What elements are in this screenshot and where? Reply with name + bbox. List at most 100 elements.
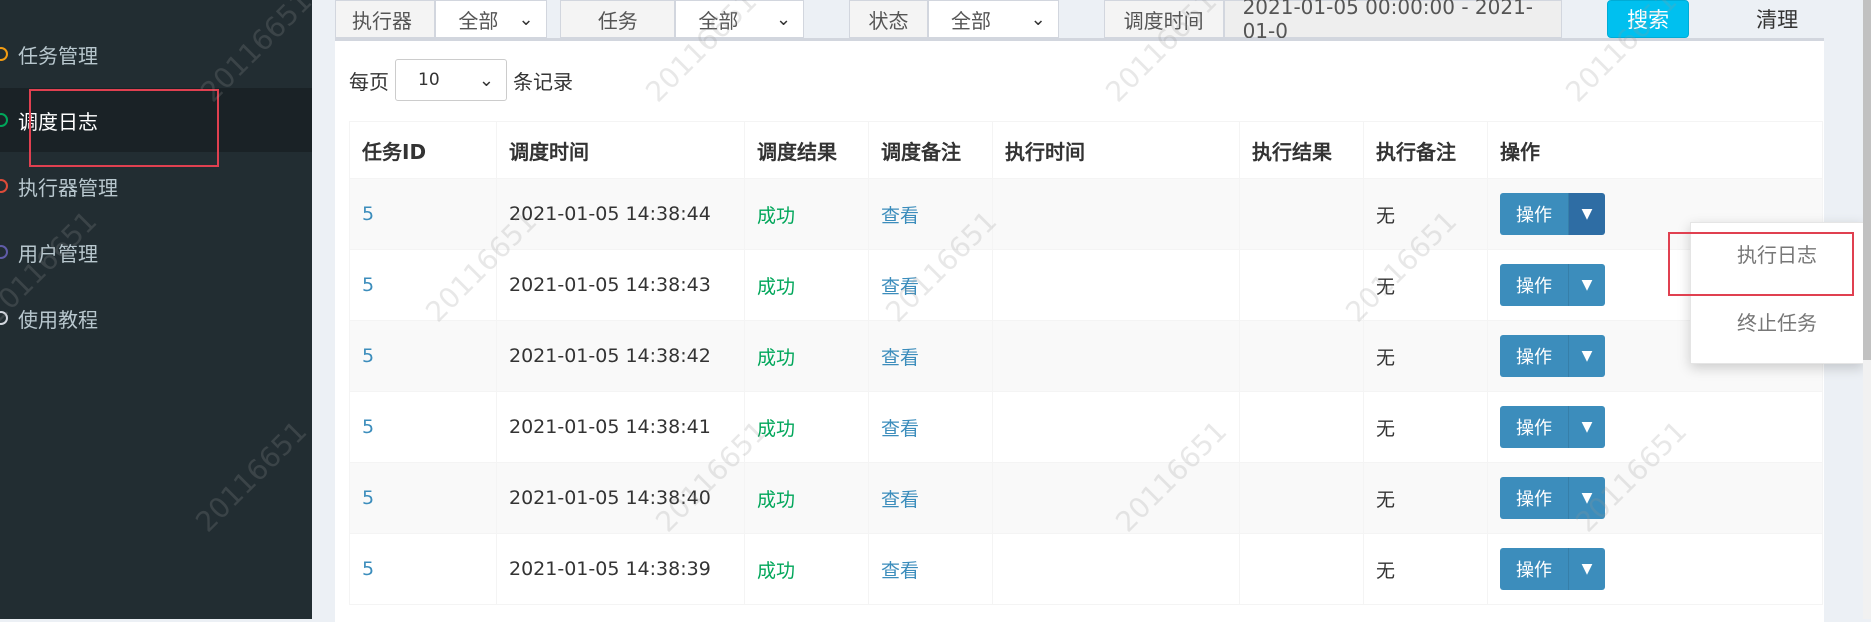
circle-icon bbox=[0, 311, 8, 325]
table-row: 5 2021-01-05 14:38:44 成功 查看 无 操作 ▼ bbox=[349, 178, 1823, 250]
caret-down-icon[interactable]: ▼ bbox=[1569, 335, 1605, 377]
sidebar-item-user-management[interactable]: 用户管理 bbox=[0, 220, 312, 284]
caret-down-icon[interactable]: ▼ bbox=[1569, 193, 1605, 235]
table-row: 5 2021-01-05 14:38:40 成功 查看 无 操作 ▼ bbox=[349, 462, 1823, 534]
handle-time-cell bbox=[992, 391, 1240, 463]
circle-icon bbox=[0, 245, 8, 259]
trigger-time-cell: 2021-01-05 14:38:44 bbox=[496, 178, 745, 250]
page-length-select[interactable]: 10 ⌄ bbox=[395, 59, 507, 101]
handle-time-cell bbox=[992, 462, 1240, 534]
chevron-down-icon: ⌄ bbox=[1030, 8, 1046, 30]
column-header[interactable]: 调度备注 bbox=[868, 121, 993, 179]
clear-button[interactable]: 清理 bbox=[1689, 0, 1865, 38]
trigger-time-cell: 2021-01-05 14:38:40 bbox=[496, 462, 745, 534]
column-header[interactable]: 执行结果 bbox=[1239, 121, 1364, 179]
caret-down-icon[interactable]: ▼ bbox=[1569, 406, 1605, 448]
sidebar-item-label: 使用教程 bbox=[18, 307, 98, 332]
trigger-time-cell: 2021-01-05 14:38:43 bbox=[496, 249, 745, 321]
task-id-cell[interactable]: 5 bbox=[349, 320, 497, 392]
column-header[interactable]: 操作 bbox=[1487, 121, 1823, 179]
handle-msg-cell: 无 bbox=[1363, 178, 1488, 250]
view-remark-link[interactable]: 查看 bbox=[868, 178, 993, 250]
table-row: 5 2021-01-05 14:38:41 成功 查看 无 操作 ▼ bbox=[349, 391, 1823, 463]
task-id-cell[interactable]: 5 bbox=[349, 533, 497, 605]
handle-msg-cell: 无 bbox=[1363, 391, 1488, 463]
chevron-down-icon: ⌄ bbox=[518, 8, 534, 30]
operation-button[interactable]: 操作 bbox=[1500, 477, 1569, 519]
handle-time-cell bbox=[992, 320, 1240, 392]
time-range-value: 2021-01-05 00:00:00 - 2021-01-0 bbox=[1242, 0, 1534, 43]
view-remark-link[interactable]: 查看 bbox=[868, 249, 993, 321]
scrollbar[interactable] bbox=[1863, 0, 1871, 619]
table-row: 5 2021-01-05 14:38:43 成功 查看 无 操作 ▼ bbox=[349, 249, 1823, 321]
task-filter-label: 任务 bbox=[560, 0, 676, 38]
task-id-cell[interactable]: 5 bbox=[349, 462, 497, 534]
column-header[interactable]: 任务ID bbox=[349, 121, 497, 179]
handle-result-cell bbox=[1239, 391, 1364, 463]
column-header[interactable]: 执行时间 bbox=[992, 121, 1240, 179]
circle-icon bbox=[0, 179, 8, 193]
sidebar-item-label: 执行器管理 bbox=[18, 175, 118, 200]
view-remark-link[interactable]: 查看 bbox=[868, 320, 993, 392]
trigger-result-cell: 成功 bbox=[744, 533, 869, 605]
chevron-down-icon: ⌄ bbox=[776, 8, 792, 30]
caret-down-icon[interactable]: ▼ bbox=[1569, 477, 1605, 519]
trigger-time-cell: 2021-01-05 14:38:42 bbox=[496, 320, 745, 392]
task-id-cell[interactable]: 5 bbox=[349, 391, 497, 463]
scrollbar-thumb[interactable] bbox=[1863, 0, 1871, 360]
caret-down-icon[interactable]: ▼ bbox=[1569, 548, 1605, 590]
operation-button[interactable]: 操作 bbox=[1500, 406, 1569, 448]
sidebar-item-tutorial[interactable]: 使用教程 bbox=[0, 286, 312, 350]
handle-msg-cell: 无 bbox=[1363, 533, 1488, 605]
status-select[interactable]: 全部 ⌄ bbox=[927, 0, 1059, 38]
trigger-result-cell: 成功 bbox=[744, 320, 869, 392]
search-button[interactable]: 搜索 bbox=[1607, 0, 1690, 38]
view-remark-link[interactable]: 查看 bbox=[868, 533, 993, 605]
page-length-control: 每页 10 ⌄ 条记录 bbox=[349, 59, 573, 101]
status-filter-label: 状态 bbox=[849, 0, 928, 38]
operation-button[interactable]: 操作 bbox=[1500, 193, 1569, 235]
caret-down-icon[interactable]: ▼ bbox=[1569, 264, 1605, 306]
handle-msg-cell: 无 bbox=[1363, 462, 1488, 534]
executor-filter-label: 执行器 bbox=[335, 0, 436, 38]
column-header[interactable]: 调度结果 bbox=[744, 121, 869, 179]
trigger-result-cell: 成功 bbox=[744, 462, 869, 534]
handle-time-cell bbox=[992, 249, 1240, 321]
sidebar-item-task-management[interactable]: 任务管理 bbox=[0, 22, 312, 86]
operation-button[interactable]: 操作 bbox=[1500, 335, 1569, 377]
page-length-value: 10 bbox=[418, 70, 440, 90]
table-header-row: 任务ID 调度时间 调度结果 调度备注 执行时间 执行结果 执行备注 操作 bbox=[349, 121, 1823, 179]
operation-button[interactable]: 操作 bbox=[1500, 548, 1569, 590]
executor-select-value: 全部 bbox=[458, 8, 499, 33]
handle-msg-cell: 无 bbox=[1363, 320, 1488, 392]
operation-button-group: 操作 ▼ bbox=[1500, 406, 1605, 448]
view-remark-link[interactable]: 查看 bbox=[868, 391, 993, 463]
menu-item-stop-task[interactable]: 终止任务 bbox=[1691, 291, 1863, 351]
operation-cell: 操作 ▼ bbox=[1487, 462, 1823, 534]
task-id-cell[interactable]: 5 bbox=[349, 249, 497, 321]
circle-icon bbox=[0, 47, 8, 61]
task-select[interactable]: 全部 ⌄ bbox=[675, 0, 805, 38]
column-header[interactable]: 执行备注 bbox=[1363, 121, 1488, 179]
handle-time-cell bbox=[992, 178, 1240, 250]
operation-button[interactable]: 操作 bbox=[1500, 264, 1569, 306]
sidebar-item-label: 用户管理 bbox=[18, 241, 98, 266]
operation-button-group: 操作 ▼ bbox=[1500, 477, 1605, 519]
task-id-cell[interactable]: 5 bbox=[349, 178, 497, 250]
handle-result-cell bbox=[1239, 249, 1364, 321]
operation-button-group: 操作 ▼ bbox=[1500, 264, 1605, 306]
handle-msg-cell: 无 bbox=[1363, 249, 1488, 321]
chevron-down-icon: ⌄ bbox=[478, 69, 494, 91]
executor-select[interactable]: 全部 ⌄ bbox=[435, 0, 547, 38]
table-row: 5 2021-01-05 14:38:42 成功 查看 无 操作 ▼ bbox=[349, 320, 1823, 392]
handle-time-cell bbox=[992, 533, 1240, 605]
view-remark-link[interactable]: 查看 bbox=[868, 462, 993, 534]
handle-result-cell bbox=[1239, 533, 1364, 605]
trigger-result-cell: 成功 bbox=[744, 391, 869, 463]
column-header[interactable]: 调度时间 bbox=[496, 121, 745, 179]
trigger-time-cell: 2021-01-05 14:38:41 bbox=[496, 391, 745, 463]
time-range-input[interactable]: 2021-01-05 00:00:00 - 2021-01-0 bbox=[1223, 0, 1563, 43]
